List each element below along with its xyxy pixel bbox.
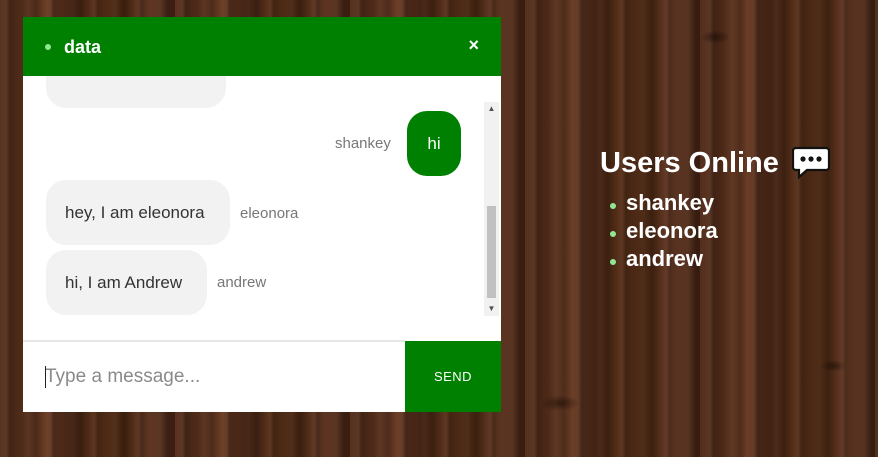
message-bubble: hi, I am Andrew xyxy=(46,250,207,315)
message-scrollbar[interactable]: ▲ ▼ xyxy=(484,102,499,316)
online-user-name: andrew xyxy=(626,246,704,271)
message-list: shankey hi hey, I am eleonora eleonora h… xyxy=(23,76,501,340)
message-input-area xyxy=(23,342,405,412)
chat-title: data xyxy=(64,37,102,57)
online-user-item: eleonora xyxy=(610,217,830,245)
chat-header: data × xyxy=(23,17,501,76)
scroll-thumb[interactable] xyxy=(487,206,496,298)
text-caret xyxy=(45,366,46,388)
message-input[interactable] xyxy=(45,364,385,390)
message-bubble: hey, I am eleonora xyxy=(46,180,230,245)
message-sender: eleonora xyxy=(240,205,299,222)
online-status-dot xyxy=(45,44,51,50)
scroll-up-arrow-icon[interactable]: ▲ xyxy=(484,102,499,116)
online-user-name: shankey xyxy=(626,190,715,215)
message-bubble: hi xyxy=(407,111,461,176)
online-dot-icon xyxy=(610,259,616,265)
scroll-down-arrow-icon[interactable]: ▼ xyxy=(484,302,499,316)
online-dot-icon xyxy=(610,203,616,209)
close-button[interactable]: × xyxy=(468,35,479,55)
online-dot-icon xyxy=(610,231,616,237)
users-online-list: shankey eleonora andrew xyxy=(610,189,830,273)
message-sender: andrew xyxy=(217,274,267,291)
chat-window: data × shankey hi hey, I am eleonora ele… xyxy=(23,17,501,412)
online-user-name: eleonora xyxy=(626,218,718,243)
chat-bubble-icon xyxy=(791,146,831,180)
online-user-item: shankey xyxy=(610,189,830,217)
message-sender: shankey xyxy=(335,135,391,152)
users-online-heading: Users Online xyxy=(600,146,831,180)
users-online-panel: Users Online shankey eleonora andrew xyxy=(600,146,831,273)
send-button[interactable]: SEND xyxy=(405,341,501,412)
message-bubble-partial xyxy=(46,76,226,108)
users-online-title: Users Online xyxy=(600,146,779,179)
online-user-item: andrew xyxy=(610,245,830,273)
